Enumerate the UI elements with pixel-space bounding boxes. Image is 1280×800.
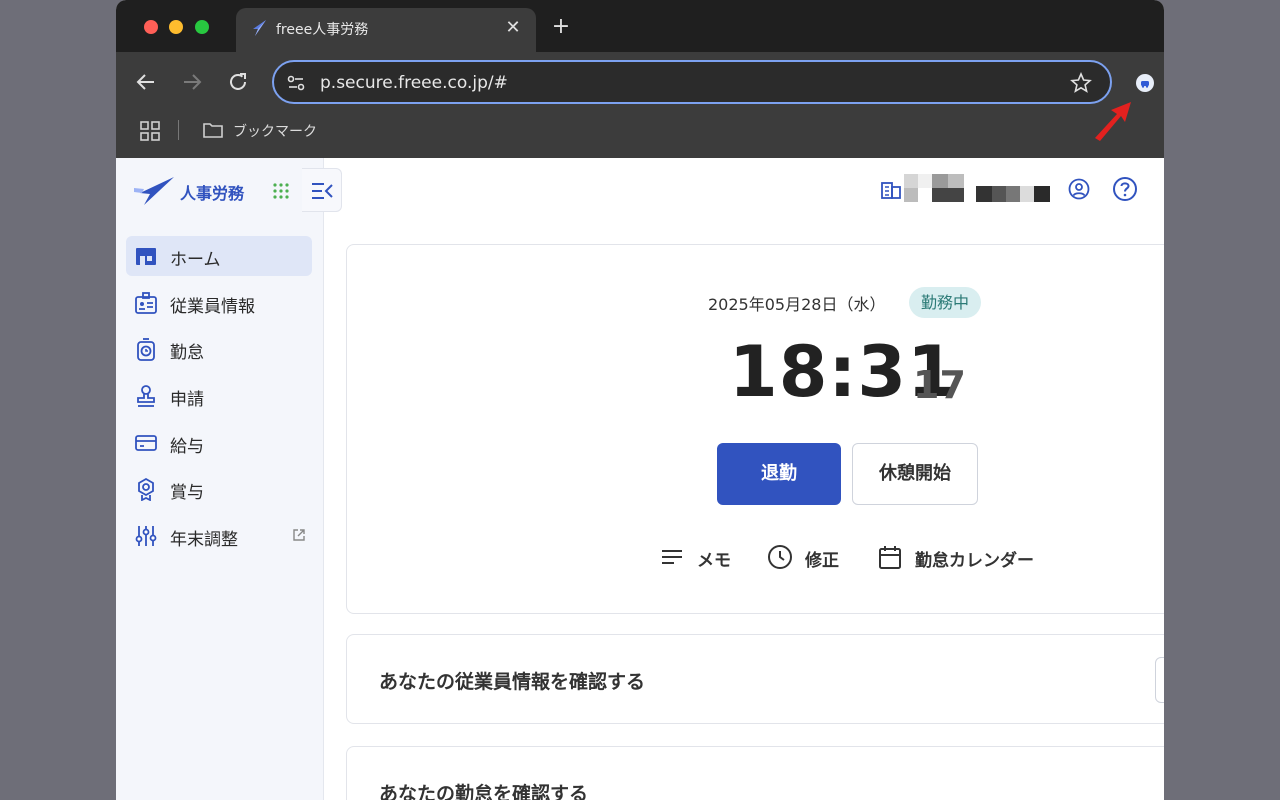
card-icon	[135, 434, 157, 451]
sidebar-item-label: 年末調整	[170, 530, 238, 551]
employee-card-icon	[135, 291, 157, 314]
browser-tab[interactable]: freee人事労務 ✕	[236, 8, 536, 52]
browser-window: freee人事労務 ✕ + p.secure.freee.co.jp/# ブック…	[116, 0, 1164, 800]
sidebar-item-label: 勤怠	[170, 343, 204, 364]
sidebar-item-employee-info[interactable]: 従業員情報	[126, 283, 312, 323]
reload-icon[interactable]	[226, 70, 250, 94]
bookmarks-divider	[178, 120, 179, 140]
start-break-button[interactable]: 休憩開始	[852, 443, 978, 505]
sidebar-item-payroll[interactable]: 給与	[126, 423, 312, 463]
back-icon[interactable]	[134, 70, 158, 94]
sidebar-item-application[interactable]: 申請	[126, 376, 312, 416]
app-logo[interactable]: 人事労務	[132, 176, 252, 206]
external-link-icon	[293, 529, 305, 541]
freee-favicon-icon	[253, 20, 266, 36]
bookmark-folder-label[interactable]: ブックマーク	[233, 121, 317, 141]
collapse-menu-icon	[312, 183, 333, 199]
sidebar-item-attendance[interactable]: 勤怠	[126, 329, 312, 369]
company-icon[interactable]	[881, 181, 901, 199]
apps-grid-icon[interactable]	[140, 121, 160, 141]
app-name: 人事労務	[180, 184, 245, 203]
redacted-company-name	[904, 174, 964, 202]
browser-toolbar: p.secure.freee.co.jp/#	[116, 52, 1164, 112]
sidebar-item-label: 従業員情報	[170, 296, 255, 317]
main-content: 2025年05月28日（水） 勤務中 18:31 17 退勤 休憩開始 メモ 修…	[324, 158, 1164, 800]
window-minimize-button[interactable]	[169, 20, 183, 34]
site-settings-icon[interactable]	[286, 73, 306, 93]
clock-seconds: 17	[913, 363, 966, 407]
card-title: あなたの従業員情報を確認する	[379, 671, 646, 693]
sidebar-item-label: ホーム	[170, 250, 221, 270]
sliders-icon	[135, 526, 157, 547]
sidebar-item-label: 賞与	[170, 483, 204, 504]
bookmark-star-icon[interactable]	[1070, 72, 1092, 94]
clock-out-button[interactable]: 退勤	[717, 443, 841, 505]
freee-bird-logo-icon	[134, 177, 174, 205]
forward-icon[interactable]	[180, 70, 204, 94]
sidebar-item-label: 申請	[170, 390, 204, 411]
window-close-button[interactable]	[144, 20, 158, 34]
stopwatch-icon	[137, 338, 155, 362]
card-title: あなたの勤怠を確認する	[379, 783, 589, 800]
employee-info-card[interactable]: あなたの従業員情報を確認する	[346, 634, 1164, 724]
clock-in-card: 2025年05月28日（水） 勤務中 18:31 17 退勤 休憩開始 メモ 修…	[346, 244, 1164, 614]
redacted-user-name	[976, 186, 1050, 202]
window-maximize-button[interactable]	[195, 20, 209, 34]
sidebar-item-year-end[interactable]: 年末調整	[126, 516, 312, 556]
url-text[interactable]: p.secure.freee.co.jp/#	[320, 73, 508, 93]
current-date: 2025年05月28日（水）	[708, 295, 886, 314]
tab-close-icon[interactable]: ✕	[502, 17, 524, 39]
sidebar-item-home[interactable]: ホーム	[126, 236, 312, 276]
status-badge: 勤務中	[909, 287, 982, 318]
extension-icon[interactable]	[1136, 74, 1154, 92]
address-bar[interactable]: p.secure.freee.co.jp/#	[272, 60, 1112, 104]
new-tab-button[interactable]: +	[550, 14, 572, 40]
car-icon	[1141, 81, 1149, 88]
folder-icon[interactable]	[202, 121, 224, 139]
sidebar-collapse-button[interactable]	[302, 168, 342, 212]
memo-icon	[662, 550, 682, 564]
help-icon[interactable]	[1112, 176, 1138, 202]
sidebar-nav: ホーム 従業員情報 勤怠 申請 給与 賞与 年末調整	[126, 236, 312, 563]
user-account-icon[interactable]	[1068, 178, 1090, 200]
clock-icon	[768, 545, 792, 569]
tab-bar: freee人事労務 ✕ +	[116, 0, 1164, 52]
bookmarks-bar: ブックマーク	[116, 112, 1164, 158]
action-label: メモ	[697, 551, 731, 571]
action-label: 修正	[805, 551, 839, 571]
attendance-card[interactable]: あなたの勤怠を確認する	[346, 746, 1164, 800]
sidebar-item-bonus[interactable]: 賞与	[126, 469, 312, 509]
sidebar: 人事労務 ホーム 従業員情報 勤怠 申請 給与 賞与 年末調整	[116, 158, 324, 800]
award-icon	[138, 478, 154, 502]
stamp-icon	[137, 385, 155, 407]
sidebar-item-label: 給与	[170, 436, 204, 457]
red-arrow-icon	[1095, 102, 1131, 141]
action-label: 勤怠カレンダー	[915, 551, 1034, 571]
tab-title: freee人事労務	[276, 22, 369, 38]
home-icon	[136, 248, 156, 265]
calendar-icon	[879, 546, 901, 569]
app-switcher-icon[interactable]	[272, 182, 290, 200]
card-action-button[interactable]	[1155, 657, 1164, 703]
